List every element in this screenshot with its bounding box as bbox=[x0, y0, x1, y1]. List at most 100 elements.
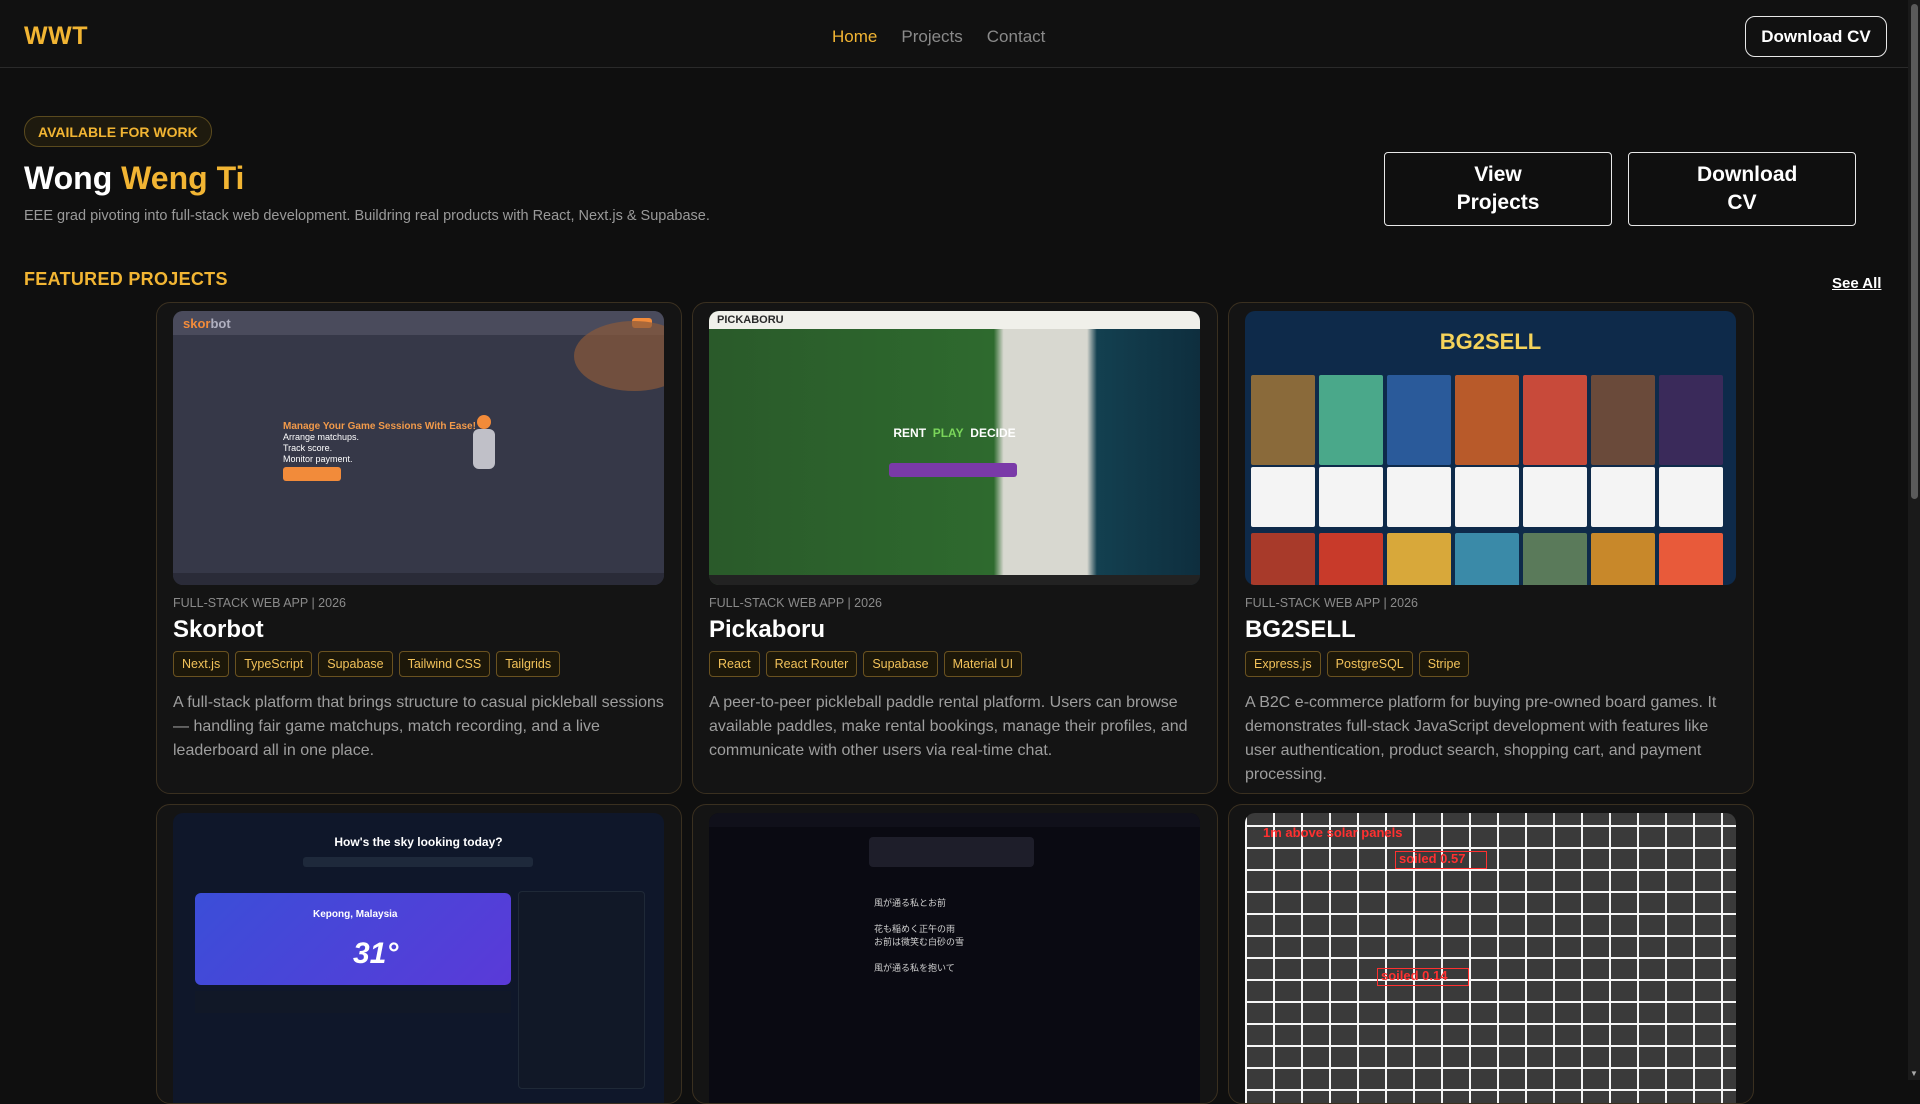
tag: Next.js bbox=[173, 651, 230, 677]
nav-projects[interactable]: Projects bbox=[901, 27, 962, 47]
price-card bbox=[1523, 467, 1587, 527]
pickaboru-hero-text: RENT PLAY DECIDE bbox=[893, 426, 1016, 440]
tag: PostgreSQL bbox=[1326, 651, 1413, 677]
tag: Tailgrids bbox=[496, 651, 561, 677]
page-scrollbar[interactable]: ▼ bbox=[1908, 0, 1920, 1080]
featured-projects-heading: FEATURED PROJECTS bbox=[24, 269, 228, 289]
tag: React Router bbox=[765, 651, 858, 677]
project-meta: FULL-STACK WEB APP | 2026 bbox=[173, 596, 346, 610]
lyrics-song-card bbox=[869, 837, 1034, 867]
price-card bbox=[1591, 467, 1655, 527]
project-meta: FULL-STACK WEB APP | 2026 bbox=[1245, 596, 1418, 610]
board-game-prices bbox=[1251, 467, 1723, 527]
game-cover bbox=[1387, 533, 1451, 585]
solar-panel-screenshot: 1m above solar panels soiled 0.57 soiled… bbox=[1245, 813, 1736, 1103]
tag: Express.js bbox=[1245, 651, 1321, 677]
weather-search-bar bbox=[303, 857, 533, 867]
availability-badge: AVAILABLE FOR WORK bbox=[24, 116, 212, 147]
tag: React bbox=[709, 651, 760, 677]
game-cover bbox=[1319, 375, 1383, 465]
robot-mascot-icon bbox=[473, 415, 495, 469]
see-all-link[interactable]: See All bbox=[1832, 275, 1881, 292]
skorbot-logo: skorbot bbox=[183, 316, 231, 331]
price-card bbox=[1659, 467, 1723, 527]
solar-label-top: 1m above solar panels bbox=[1263, 825, 1403, 840]
project-meta: FULL-STACK WEB APP | 2026 bbox=[709, 596, 882, 610]
game-cover bbox=[1251, 375, 1315, 465]
game-cover bbox=[1523, 533, 1587, 585]
project-card-solar[interactable]: 1m above solar panels soiled 0.57 soiled… bbox=[1228, 804, 1754, 1104]
hero-tagline: EEE grad pivoting into full-stack web de… bbox=[24, 208, 710, 224]
view-projects-label: View Projects bbox=[1456, 163, 1540, 214]
hero-name: Wong Weng Ti bbox=[24, 160, 244, 197]
project-card-pickaboru[interactable]: PICKABORU RENT PLAY DECIDE FULL-STACK WE… bbox=[692, 302, 1218, 794]
detection-label: soiled 0.14 bbox=[1381, 968, 1448, 983]
pickaboru-footer bbox=[709, 575, 1200, 585]
project-title: Skorbot bbox=[173, 616, 264, 643]
tag: Tailwind CSS bbox=[398, 651, 491, 677]
bg2sell-logo: BG2SELL bbox=[1439, 329, 1542, 354]
price-card bbox=[1455, 467, 1519, 527]
project-description: A full-stack platform that brings struct… bbox=[173, 694, 664, 759]
nav-contact[interactable]: Contact bbox=[987, 27, 1046, 47]
hourly-forecast-panel bbox=[518, 891, 645, 1089]
project-card-skorbot[interactable]: skorbot Manage Your Game Sessions With E… bbox=[156, 302, 682, 794]
project-card-weather[interactable]: How's the sky looking today? Kepong, Mal… bbox=[156, 804, 682, 1104]
board-game-covers bbox=[1251, 375, 1723, 465]
game-cover bbox=[1387, 375, 1451, 465]
game-cover bbox=[1591, 533, 1655, 585]
game-cover bbox=[1591, 375, 1655, 465]
weather-stats bbox=[195, 991, 511, 1013]
weather-temp: 31° bbox=[353, 937, 399, 970]
game-cover bbox=[1251, 533, 1315, 585]
bg2sell-screenshot: BG2SELL bbox=[1245, 311, 1736, 585]
name-highlight: Weng Ti bbox=[121, 160, 245, 196]
board-game-covers-row2 bbox=[1251, 533, 1723, 585]
skorbot-screenshot: skorbot Manage Your Game Sessions With E… bbox=[173, 311, 664, 585]
project-title: Pickaboru bbox=[709, 616, 826, 643]
tag: Supabase bbox=[318, 651, 393, 677]
game-cover bbox=[1523, 375, 1587, 465]
download-cv-label: Download CV bbox=[1697, 163, 1798, 214]
project-tags: Express.js PostgreSQL Stripe bbox=[1245, 651, 1470, 677]
project-description: A peer-to-peer pickleball paddle rental … bbox=[709, 694, 1188, 759]
tag: Material UI bbox=[943, 651, 1023, 677]
tag: Supabase bbox=[863, 651, 938, 677]
header-download-cv-button[interactable]: Download CV bbox=[1745, 16, 1887, 57]
weather-headline: How's the sky looking today? bbox=[334, 835, 503, 849]
site-header: WWT Home Projects Contact Download CV bbox=[0, 0, 1908, 68]
price-card bbox=[1319, 467, 1383, 527]
skorbot-cta bbox=[283, 467, 341, 481]
nav-home[interactable]: Home bbox=[832, 27, 877, 47]
lyrics-lines: 風が通る私とお前 花も稲めく正午の雨 お前は微笑む白砂の雪 風が通る私を抱いて bbox=[874, 898, 965, 973]
weather-screenshot: How's the sky looking today? Kepong, Mal… bbox=[173, 813, 664, 1103]
pickaboru-logo: PICKABORU bbox=[717, 314, 784, 326]
project-tags: React React Router Supabase Material UI bbox=[709, 651, 1023, 677]
scroll-down-arrow-icon[interactable]: ▼ bbox=[1910, 1069, 1918, 1078]
project-title: BG2SELL bbox=[1245, 616, 1356, 643]
tag: Stripe bbox=[1418, 651, 1470, 677]
scrollbar-thumb[interactable] bbox=[1911, 4, 1918, 499]
skorbot-footer bbox=[173, 573, 664, 585]
price-card bbox=[1387, 467, 1451, 527]
pickaboru-cta bbox=[889, 463, 1017, 477]
main-nav: Home Projects Contact bbox=[832, 27, 1045, 47]
game-cover bbox=[1659, 533, 1723, 585]
view-projects-button[interactable]: View Projects bbox=[1384, 152, 1612, 226]
project-card-bg2sell[interactable]: BG2SELL FULL-STACK WEB APP | 2026 BG2SEL… bbox=[1228, 302, 1754, 794]
weather-location: Kepong, Malaysia bbox=[313, 909, 398, 920]
tag: TypeScript bbox=[235, 651, 313, 677]
site-logo[interactable]: WWT bbox=[24, 22, 88, 51]
detection-label: soiled 0.57 bbox=[1399, 851, 1466, 866]
lyrics-screenshot: 風が通る私とお前 花も稲めく正午の雨 お前は微笑む白砂の雪 風が通る私を抱いて bbox=[709, 813, 1200, 1103]
game-cover bbox=[1455, 533, 1519, 585]
project-card-lyrics[interactable]: 風が通る私とお前 花も稲めく正午の雨 お前は微笑む白砂の雪 風が通る私を抱いて bbox=[692, 804, 1218, 1104]
game-cover bbox=[1455, 375, 1519, 465]
project-description: A B2C e-commerce platform for buying pre… bbox=[1245, 694, 1717, 783]
lyrics-navbar bbox=[709, 813, 1200, 827]
hero-download-cv-button[interactable]: Download CV bbox=[1628, 152, 1856, 226]
game-cover bbox=[1659, 375, 1723, 465]
pickaboru-screenshot: PICKABORU RENT PLAY DECIDE bbox=[709, 311, 1200, 585]
game-cover bbox=[1319, 533, 1383, 585]
project-tags: Next.js TypeScript Supabase Tailwind CSS… bbox=[173, 651, 561, 677]
